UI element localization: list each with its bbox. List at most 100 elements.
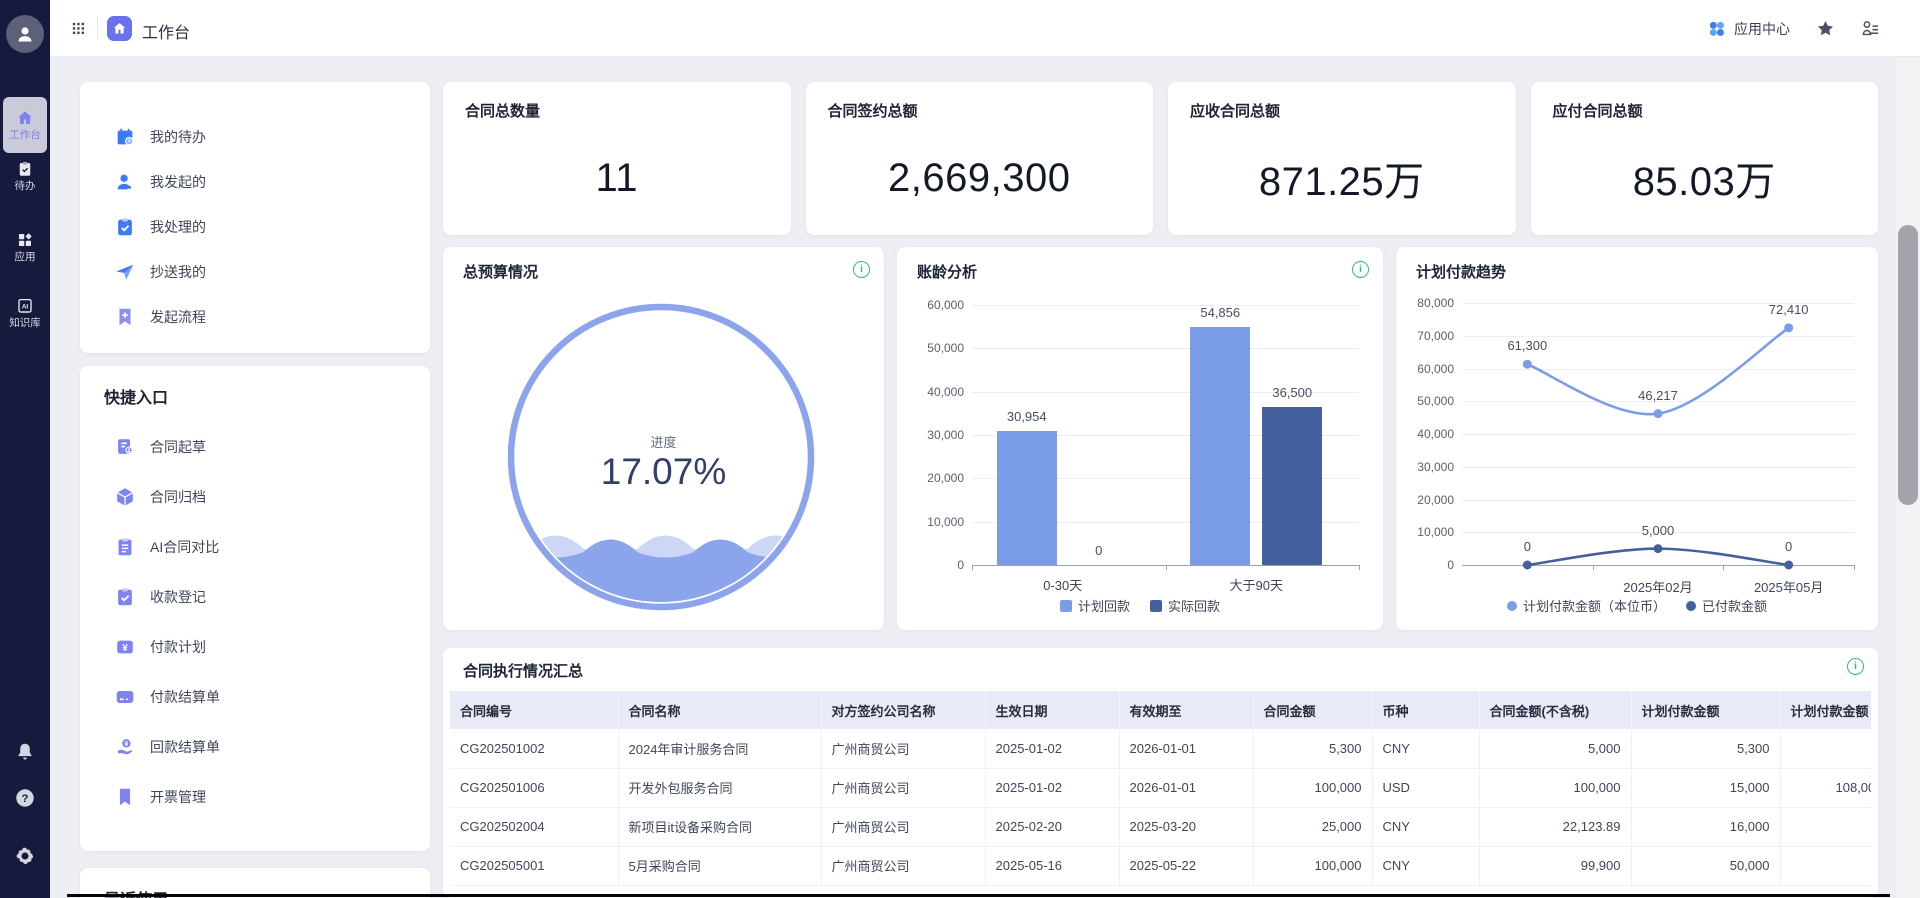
menu-item-收款登记[interactable]: 收款登记 (80, 572, 430, 622)
cell: 2026-01-01 (1119, 729, 1253, 768)
clipboard-list-icon (114, 536, 136, 558)
cell (1780, 807, 1871, 846)
table-row[interactable]: CG202501006开发外包服务合同广州商贸公司2025-01-022026-… (450, 768, 1871, 807)
menu-item-label: 付款结算单 (150, 687, 220, 707)
cell: CG202505001 (450, 846, 618, 885)
menu-item-我发起的[interactable]: 我发起的 (80, 159, 430, 204)
cell: CG202501006 (450, 768, 618, 807)
rail-item-label: 待办 (15, 181, 36, 192)
cell: 100,000 (1479, 768, 1631, 807)
settings-gear-icon[interactable] (0, 845, 50, 867)
legend-label: 已付款金额 (1702, 596, 1767, 615)
cell: CNY (1372, 846, 1479, 885)
scrollbar-thumb[interactable] (1898, 225, 1918, 505)
bar-计划回款 (1190, 327, 1250, 565)
rail-item-工作台[interactable]: 工作台 (3, 97, 47, 153)
legend-item-计划回款[interactable]: 计划回款 (1060, 596, 1130, 615)
column-header-合同金额(不含税)[interactable]: 合同金额(不含税) (1479, 691, 1631, 729)
menu-item-合同归档[interactable]: 合同归档 (80, 472, 430, 522)
column-header-有效期至[interactable]: 有效期至 (1119, 691, 1253, 729)
legend-item-实际回款[interactable]: 实际回款 (1150, 596, 1220, 615)
menu-item-label: AI合同对比 (150, 537, 219, 557)
rail-item-待办[interactable]: 待办 (0, 160, 50, 192)
page-title: 工作台 (142, 19, 190, 43)
menu-item-label: 收款登记 (150, 587, 206, 607)
legend-label: 计划回款 (1078, 596, 1130, 615)
menu-item-我的待办[interactable]: 我的待办 (80, 114, 430, 159)
stat-card-value: 11 (443, 138, 791, 218)
table-row[interactable]: CG2025010022024年审计服务合同广州商贸公司2025-01-0220… (450, 729, 1871, 768)
x-axis-category-label: 0-30天 (1003, 575, 1123, 594)
cell: CNY (1372, 729, 1479, 768)
point-value-label: 46,217 (1608, 388, 1708, 403)
menu-item-合同起草[interactable]: 合同起草 (80, 422, 430, 472)
contract-table: 合同编号合同名称对方签约公司名称生效日期有效期至合同金额币种合同金额(不含税)计… (450, 691, 1871, 886)
menu-item-抄送我的[interactable]: 抄送我的 (80, 249, 430, 294)
menu-item-回款结算单[interactable]: ¥回款结算单 (80, 722, 430, 772)
rail-item-应用[interactable]: 应用 (0, 231, 50, 263)
column-header-计划付款金额[interactable]: 计划付款金额 (1631, 691, 1780, 729)
ai-knowledge-icon: AI (16, 297, 34, 315)
topbar: 工作台 应用中心 (50, 0, 1920, 57)
menu-item-付款结算单[interactable]: 付款结算单 (80, 672, 430, 722)
column-header-计划付款金额（本位币）[interactable]: 计划付款金额（本位币） (1780, 691, 1871, 729)
menu-item-AI合同对比[interactable]: AI合同对比 (80, 522, 430, 572)
column-header-合同名称[interactable]: 合同名称 (618, 691, 821, 729)
column-header-对方签约公司名称[interactable]: 对方签约公司名称 (821, 691, 985, 729)
app-center-button[interactable]: 应用中心 (1707, 19, 1790, 39)
point-value-label: 61,300 (1477, 338, 1577, 353)
cell: 15,000 (1631, 768, 1780, 807)
menu-item-label: 发起流程 (150, 307, 206, 327)
grid-9-icon[interactable] (70, 20, 87, 37)
gauge-center-label: 进度 (443, 432, 884, 451)
cell: 5,300 (1631, 729, 1780, 768)
menu-item-发起流程[interactable]: 发起流程 (80, 294, 430, 339)
menu-item-付款计划[interactable]: ¥付款计划 (80, 622, 430, 672)
legend-item-已付款金额[interactable]: 已付款金额 (1686, 596, 1767, 615)
table-row[interactable]: CG2025050015月采购合同广州商贸公司2025-05-162025-05… (450, 846, 1871, 885)
menu-item-开票管理[interactable]: 开票管理 (80, 772, 430, 822)
column-header-币种[interactable]: 币种 (1372, 691, 1479, 729)
hand-coin-icon: ¥ (114, 736, 136, 758)
contract-summary-title: 合同执行情况汇总 (463, 660, 583, 681)
cell: 25,000 (1253, 807, 1372, 846)
table-row[interactable]: CG202502004新项目it设备采购合同广州商贸公司2025-02-2020… (450, 807, 1871, 846)
cell: 100,000 (1253, 846, 1372, 885)
bar-计划回款 (997, 431, 1057, 565)
gridline (972, 348, 1359, 349)
point-value-label: 0 (1477, 539, 1577, 554)
y-axis-tick-label: 0 (957, 558, 964, 572)
user-icon (114, 171, 136, 193)
y-axis-tick-label: 10,000 (927, 515, 964, 529)
cell: 5,000 (1479, 729, 1631, 768)
column-header-合同金额[interactable]: 合同金额 (1253, 691, 1372, 729)
cell: 2024年审计服务合同 (618, 729, 821, 768)
cell: USD (1372, 768, 1479, 807)
budget-gauge-card: 总预算情况 i 进度 17.07% (443, 247, 884, 630)
x-axis-category-label: 大于90天 (1196, 575, 1316, 594)
rail-item-知识库[interactable]: AI 知识库 (0, 297, 50, 329)
rail-item-label: 知识库 (9, 318, 41, 329)
menu-item-label: 我的待办 (150, 127, 206, 147)
legend-item-计划付款金额（本位币）[interactable]: 计划付款金额（本位币） (1507, 596, 1666, 615)
quick-entry-list: 合同起草合同归档 AI合同对比收款登记 ¥付款计划付款结算单 ¥回款结算单开票管理 (80, 422, 430, 822)
info-icon[interactable]: i (1847, 658, 1864, 675)
stat-card-应付合同总额: 应付合同总额85.03万 (1531, 82, 1879, 235)
topbar-actions: 应用中心 (1707, 0, 1880, 57)
column-header-生效日期[interactable]: 生效日期 (985, 691, 1119, 729)
legend-dot (1686, 601, 1696, 611)
cell: CG202501002 (450, 729, 618, 768)
bell-icon[interactable] (0, 741, 50, 763)
x-axis-tick (1166, 565, 1167, 570)
legend-swatch (1150, 600, 1162, 612)
help-icon[interactable]: ? (0, 787, 50, 809)
avatar[interactable] (6, 15, 44, 53)
profile-settings-icon[interactable] (1861, 19, 1880, 38)
home-badge-icon[interactable] (107, 16, 132, 41)
doc-user-icon (114, 436, 136, 458)
menu-item-我处理的[interactable]: 我处理的 (80, 204, 430, 249)
paper-plane-icon (114, 261, 136, 283)
column-header-合同编号[interactable]: 合同编号 (450, 691, 618, 729)
bar-value-label: 30,954 (977, 409, 1077, 424)
star-icon[interactable] (1816, 19, 1835, 38)
